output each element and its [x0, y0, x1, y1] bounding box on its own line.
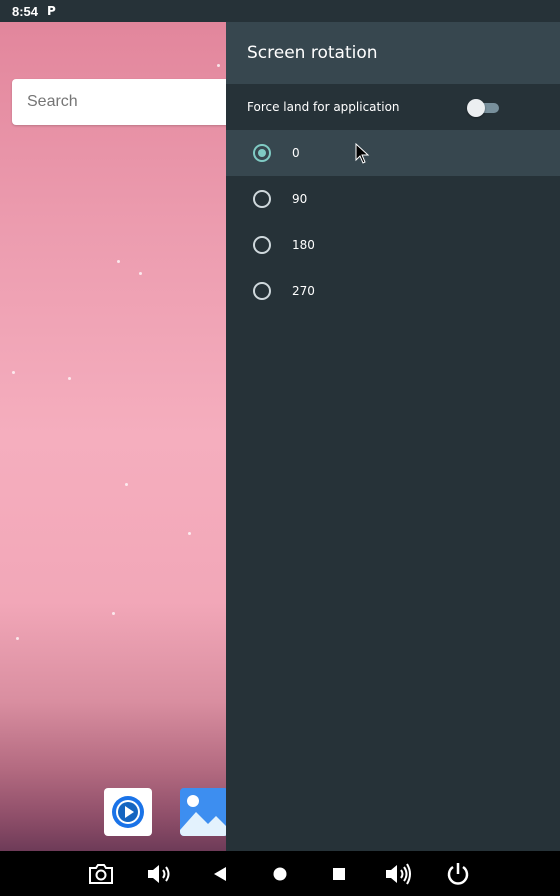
rotation-option-180[interactable]: 180: [226, 222, 560, 268]
screen-rotation-panel: Screen rotation Force land for applicati…: [226, 22, 560, 851]
rotation-option-90[interactable]: 90: [226, 176, 560, 222]
power-icon[interactable]: [443, 859, 473, 889]
option-label: 90: [292, 192, 308, 206]
back-icon[interactable]: [205, 859, 235, 889]
status-bar: 8:54 P: [0, 0, 560, 22]
search-bar[interactable]: Search: [12, 79, 242, 125]
volume-up-icon[interactable]: [383, 859, 413, 889]
search-placeholder: Search: [27, 93, 78, 110]
gallery-app-icon[interactable]: [180, 788, 228, 836]
panel-title: Screen rotation: [247, 43, 378, 63]
radio-button[interactable]: [253, 282, 271, 300]
rotation-option-0[interactable]: 0: [226, 130, 560, 176]
camera-icon[interactable]: [86, 859, 116, 889]
radio-button[interactable]: [253, 236, 271, 254]
home-icon[interactable]: [265, 859, 295, 889]
force-land-row[interactable]: Force land for application: [226, 84, 560, 130]
status-time: 8:54: [12, 3, 39, 19]
volume-down-icon[interactable]: [145, 859, 175, 889]
mouse-cursor-icon: [355, 143, 370, 164]
launcher-wallpaper: [0, 22, 226, 851]
force-land-label: Force land for application: [247, 100, 400, 114]
rotation-option-270[interactable]: 270: [226, 268, 560, 314]
video-player-app-icon[interactable]: [104, 788, 152, 836]
radio-button[interactable]: [253, 190, 271, 208]
p-icon: P: [47, 4, 56, 18]
navigation-bar: [0, 851, 560, 896]
recents-icon[interactable]: [324, 859, 354, 889]
rotation-options: 0 90 180 270: [226, 130, 560, 314]
option-label: 270: [292, 284, 315, 298]
force-land-switch[interactable]: [467, 99, 499, 117]
option-label: 180: [292, 238, 315, 252]
radio-button-selected[interactable]: [253, 144, 271, 162]
option-label: 0: [292, 146, 300, 160]
panel-header: Screen rotation: [226, 22, 560, 84]
